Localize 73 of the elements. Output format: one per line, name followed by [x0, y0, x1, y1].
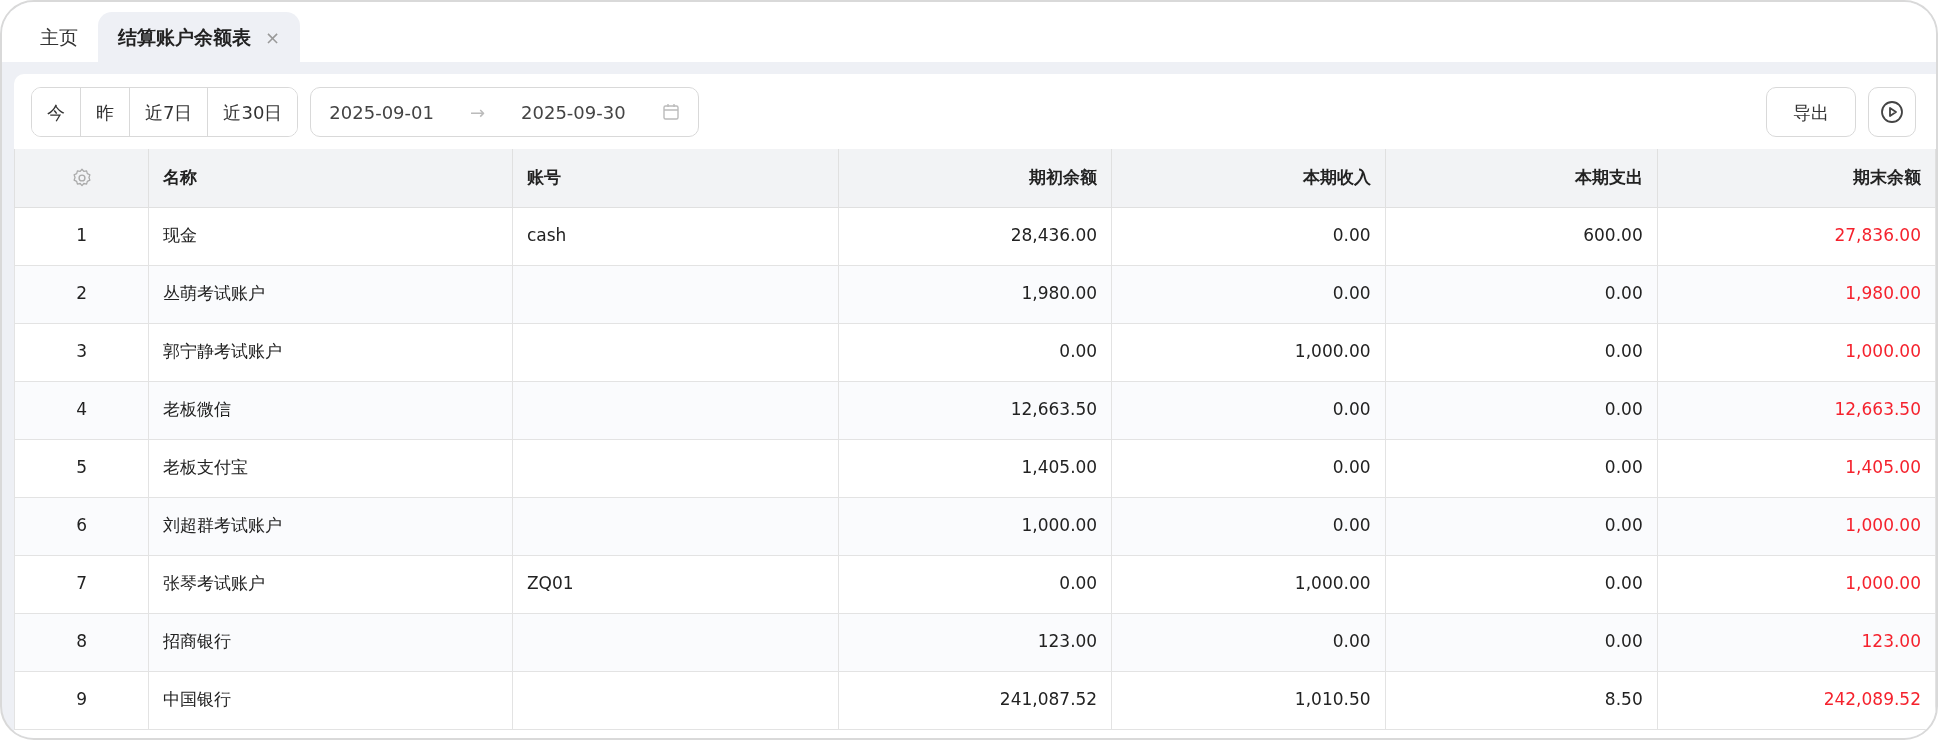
table-cell: 1,405.00 [838, 439, 1112, 497]
table-cell: 0.00 [1385, 439, 1658, 497]
table-cell: 0.00 [838, 555, 1112, 613]
table-cell: 28,436.00 [838, 207, 1112, 265]
row-number: 1 [14, 207, 149, 265]
column-header: 名称 [148, 149, 513, 207]
table-cell: 600.00 [1385, 207, 1658, 265]
table-cell: 0.00 [838, 323, 1112, 381]
period-button[interactable]: 今 [32, 88, 81, 136]
table-cell: 0.00 [1385, 265, 1658, 323]
table-cell: 0.00 [1385, 555, 1658, 613]
table-cell: 现金 [148, 207, 513, 265]
table-cell: 242,089.52 [1657, 671, 1936, 729]
column-header: 本期支出 [1385, 149, 1658, 207]
row-number: 2 [14, 265, 149, 323]
start-date: 2025-09-01 [329, 100, 434, 125]
table-cell: 0.00 [1385, 323, 1658, 381]
table-cell: 中国银行 [148, 671, 513, 729]
play-icon [1880, 100, 1904, 124]
table-cell: 老板支付宝 [148, 439, 513, 497]
table-cell: cash [512, 207, 839, 265]
table-cell: 招商银行 [148, 613, 513, 671]
table-cell: 0.00 [1111, 497, 1386, 555]
table-cell: 0.00 [1111, 207, 1386, 265]
column-header: 账号 [512, 149, 839, 207]
table-cell: 8.50 [1385, 671, 1658, 729]
table-cell: 郭宁静考试账户 [148, 323, 513, 381]
row-number: 9 [14, 671, 149, 729]
table-cell: 1,000.00 [1657, 497, 1936, 555]
table-cell: 张琴考试账户 [148, 555, 513, 613]
date-range-field[interactable]: 2025-09-01 → 2025-09-30 [310, 87, 699, 137]
calendar-icon [661, 103, 680, 121]
table-cell: 1,405.00 [1657, 439, 1936, 497]
table-cell: 1,000.00 [1111, 555, 1386, 613]
table-cell: 12,663.50 [1657, 381, 1936, 439]
table-cell: 123.00 [1657, 613, 1936, 671]
table-cell: 1,000.00 [1111, 323, 1386, 381]
row-number: 4 [14, 381, 149, 439]
table-cell: 123.00 [838, 613, 1112, 671]
table-cell: 1,000.00 [1657, 555, 1936, 613]
row-number: 6 [14, 497, 149, 555]
table-cell: ZQ01 [512, 555, 839, 613]
table-cell: 0.00 [1111, 439, 1386, 497]
column-header: 期初余额 [838, 149, 1112, 207]
table-cell: 刘超群考试账户 [148, 497, 513, 555]
table-cell: 1,000.00 [1657, 323, 1936, 381]
table-cell: 0.00 [1385, 613, 1658, 671]
table-cell: 1,980.00 [838, 265, 1112, 323]
table-cell: 1,000.00 [838, 497, 1112, 555]
table-cell: 0.00 [1111, 265, 1386, 323]
table-cell: 241,087.52 [838, 671, 1112, 729]
table-cell: 1,980.00 [1657, 265, 1936, 323]
arrow-separator: → [469, 100, 486, 125]
tab[interactable]: 结算账户余额表 × [98, 12, 301, 62]
table-cell: 0.00 [1111, 381, 1386, 439]
table-cell: 0.00 [1385, 381, 1658, 439]
row-number: 3 [14, 323, 149, 381]
column-header: 期末余额 [1657, 149, 1936, 207]
table-cell: 0.00 [1111, 613, 1386, 671]
table-cell: 1,010.50 [1111, 671, 1386, 729]
row-number: 8 [14, 613, 149, 671]
export-button[interactable]: 导出 [1766, 87, 1856, 137]
table-cell: 12,663.50 [838, 381, 1112, 439]
table-cell: 老板微信 [148, 381, 513, 439]
row-number: 7 [14, 555, 149, 613]
play-button[interactable] [1868, 87, 1916, 137]
table-cell: 0.00 [1385, 497, 1658, 555]
tab[interactable]: 主页 [20, 12, 98, 62]
end-date: 2025-09-30 [521, 100, 626, 125]
row-number: 5 [14, 439, 149, 497]
column-header: 本期收入 [1111, 149, 1386, 207]
table-cell: 27,836.00 [1657, 207, 1936, 265]
table-cell: 丛萌考试账户 [148, 265, 513, 323]
